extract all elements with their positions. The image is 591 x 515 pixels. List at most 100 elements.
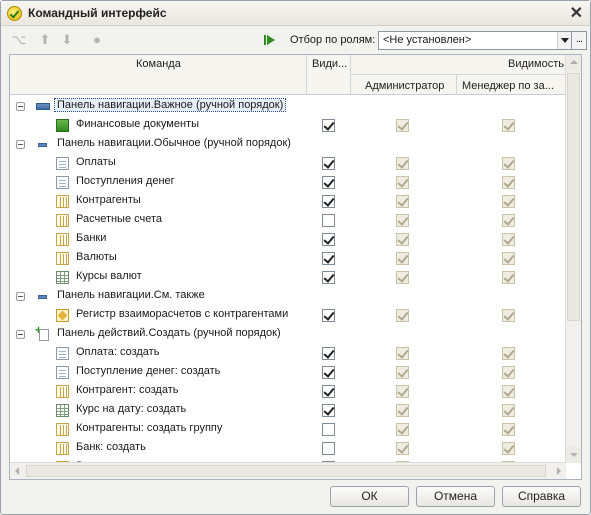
- table-row[interactable]: Контрагенты: [10, 192, 566, 211]
- cancel-button[interactable]: Отмена: [416, 486, 495, 507]
- administrator-visibility-checkbox: [396, 214, 409, 227]
- manager-visibility-checkbox: [502, 309, 515, 322]
- navigation-panel-icon: [36, 103, 50, 110]
- document-icon: [56, 157, 69, 170]
- column-command[interactable]: Команда: [136, 58, 181, 70]
- visible-checkbox[interactable]: [322, 157, 335, 170]
- column-manager[interactable]: Менеджер по за...: [462, 80, 554, 92]
- visible-checkbox[interactable]: [322, 176, 335, 189]
- run-icon[interactable]: [262, 32, 278, 48]
- table-row[interactable]: Курс на дату: создать: [10, 401, 566, 420]
- role-filter-select[interactable]: <Не установлен>: [378, 31, 573, 50]
- visible-checkbox[interactable]: [322, 214, 335, 227]
- table-row[interactable]: Курсы валют: [10, 268, 566, 287]
- table-row[interactable]: Оплата: создать: [10, 344, 566, 363]
- manager-visibility-checkbox: [502, 233, 515, 246]
- catalog-icon: [56, 442, 69, 455]
- table-row[interactable]: Финансовые документы: [10, 116, 566, 135]
- manager-visibility-checkbox: [502, 347, 515, 360]
- circle-icon[interactable]: ●: [89, 32, 105, 48]
- administrator-visibility-checkbox: [396, 404, 409, 417]
- visible-checkbox[interactable]: [322, 423, 335, 436]
- command-label: Курс на дату: создать: [76, 403, 187, 415]
- administrator-visibility-checkbox: [396, 442, 409, 455]
- visible-checkbox[interactable]: [322, 195, 335, 208]
- document-icon: [56, 347, 69, 360]
- command-table: Команда Види... Видимость Администратор …: [9, 54, 582, 480]
- horizontal-scrollbar[interactable]: [10, 462, 566, 479]
- command-label: Контрагенты: [76, 194, 141, 206]
- visible-checkbox[interactable]: [322, 404, 335, 417]
- manager-visibility-checkbox: [502, 442, 515, 455]
- catalog-icon: [56, 252, 69, 265]
- table-row[interactable]: Банки: [10, 230, 566, 249]
- table-row[interactable]: Расчетные счета: [10, 211, 566, 230]
- catalog-icon: [56, 214, 69, 227]
- chevron-down-icon[interactable]: [557, 32, 572, 49]
- visible-checkbox[interactable]: [322, 366, 335, 379]
- command-label: Поступления денег: [76, 175, 175, 187]
- scroll-up-icon[interactable]: [566, 55, 581, 71]
- group-row[interactable]: Панель навигации.Важное (ручной порядок): [10, 97, 566, 116]
- arrow-up-icon[interactable]: ⬆: [37, 32, 53, 48]
- arrow-down-icon[interactable]: ⬇: [59, 32, 75, 48]
- scroll-thumb[interactable]: [567, 73, 580, 321]
- close-button[interactable]: ✕: [570, 3, 583, 23]
- hscroll-thumb[interactable]: [26, 465, 546, 477]
- branch-icon[interactable]: ⌥: [11, 32, 27, 48]
- document-icon: [56, 176, 69, 189]
- document-icon: [56, 366, 69, 379]
- visible-checkbox[interactable]: [322, 442, 335, 455]
- register-icon: [56, 309, 69, 322]
- table-row[interactable]: Поступления денег: [10, 173, 566, 192]
- manager-visibility-checkbox: [502, 404, 515, 417]
- navigation-panel-icon: [38, 143, 47, 147]
- group-row[interactable]: Панель навигации.Обычное (ручной порядок…: [10, 135, 566, 154]
- table-row[interactable]: Регистр взаиморасчетов с контрагентами: [10, 306, 566, 325]
- visible-checkbox[interactable]: [322, 347, 335, 360]
- collapse-icon[interactable]: [16, 140, 25, 149]
- role-filter-label: Отбор по ролям:: [290, 34, 376, 46]
- navigation-panel-icon: [38, 295, 47, 299]
- visible-checkbox[interactable]: [322, 385, 335, 398]
- help-button[interactable]: Справка: [502, 486, 581, 507]
- column-visible[interactable]: Види...: [312, 58, 347, 70]
- add-document-icon: +: [35, 324, 50, 341]
- catalog-icon: [56, 233, 69, 246]
- administrator-visibility-checkbox: [396, 366, 409, 379]
- scroll-down-icon[interactable]: [566, 447, 581, 463]
- visible-checkbox[interactable]: [322, 119, 335, 132]
- table-row[interactable]: Валюты: [10, 249, 566, 268]
- table-row[interactable]: Поступление денег: создать: [10, 363, 566, 382]
- table-row[interactable]: Контрагент: создать: [10, 382, 566, 401]
- command-label: Курсы валют: [76, 270, 142, 282]
- group-row[interactable]: + Панель действий.Создать (ручной порядок…: [10, 324, 566, 344]
- table-row[interactable]: Оплаты: [10, 154, 566, 173]
- collapse-icon[interactable]: [16, 102, 25, 111]
- column-group-visibility: Видимость: [508, 58, 564, 70]
- administrator-visibility-checkbox: [396, 176, 409, 189]
- ok-button[interactable]: ОК: [330, 486, 409, 507]
- role-filter-choose-button[interactable]: ...: [571, 31, 587, 50]
- group-row[interactable]: Панель навигации.См. также: [10, 287, 566, 306]
- administrator-visibility-checkbox: [396, 195, 409, 208]
- manager-visibility-checkbox: [502, 176, 515, 189]
- administrator-visibility-checkbox: [396, 309, 409, 322]
- table-row[interactable]: Банк: создать: [10, 439, 566, 458]
- manager-visibility-checkbox: [502, 271, 515, 284]
- toolbar: ⌥ ⬆ ⬇ ● Отбор по ролям: <Не установлен> …: [9, 30, 587, 52]
- visible-checkbox[interactable]: [322, 233, 335, 246]
- visible-checkbox[interactable]: [322, 309, 335, 322]
- visible-checkbox[interactable]: [322, 252, 335, 265]
- command-label: Банк: создать: [76, 441, 146, 453]
- vertical-scrollbar[interactable]: [565, 55, 581, 463]
- visible-checkbox[interactable]: [322, 271, 335, 284]
- catalog-icon: [56, 423, 69, 436]
- column-administrator[interactable]: Администратор: [365, 80, 444, 92]
- table-icon: [56, 404, 69, 417]
- collapse-icon[interactable]: [16, 330, 25, 339]
- collapse-icon[interactable]: [16, 292, 25, 301]
- administrator-visibility-checkbox: [396, 157, 409, 170]
- table-header: Команда Види... Видимость Администратор …: [10, 55, 566, 95]
- table-row[interactable]: Контрагенты: создать группу: [10, 420, 566, 439]
